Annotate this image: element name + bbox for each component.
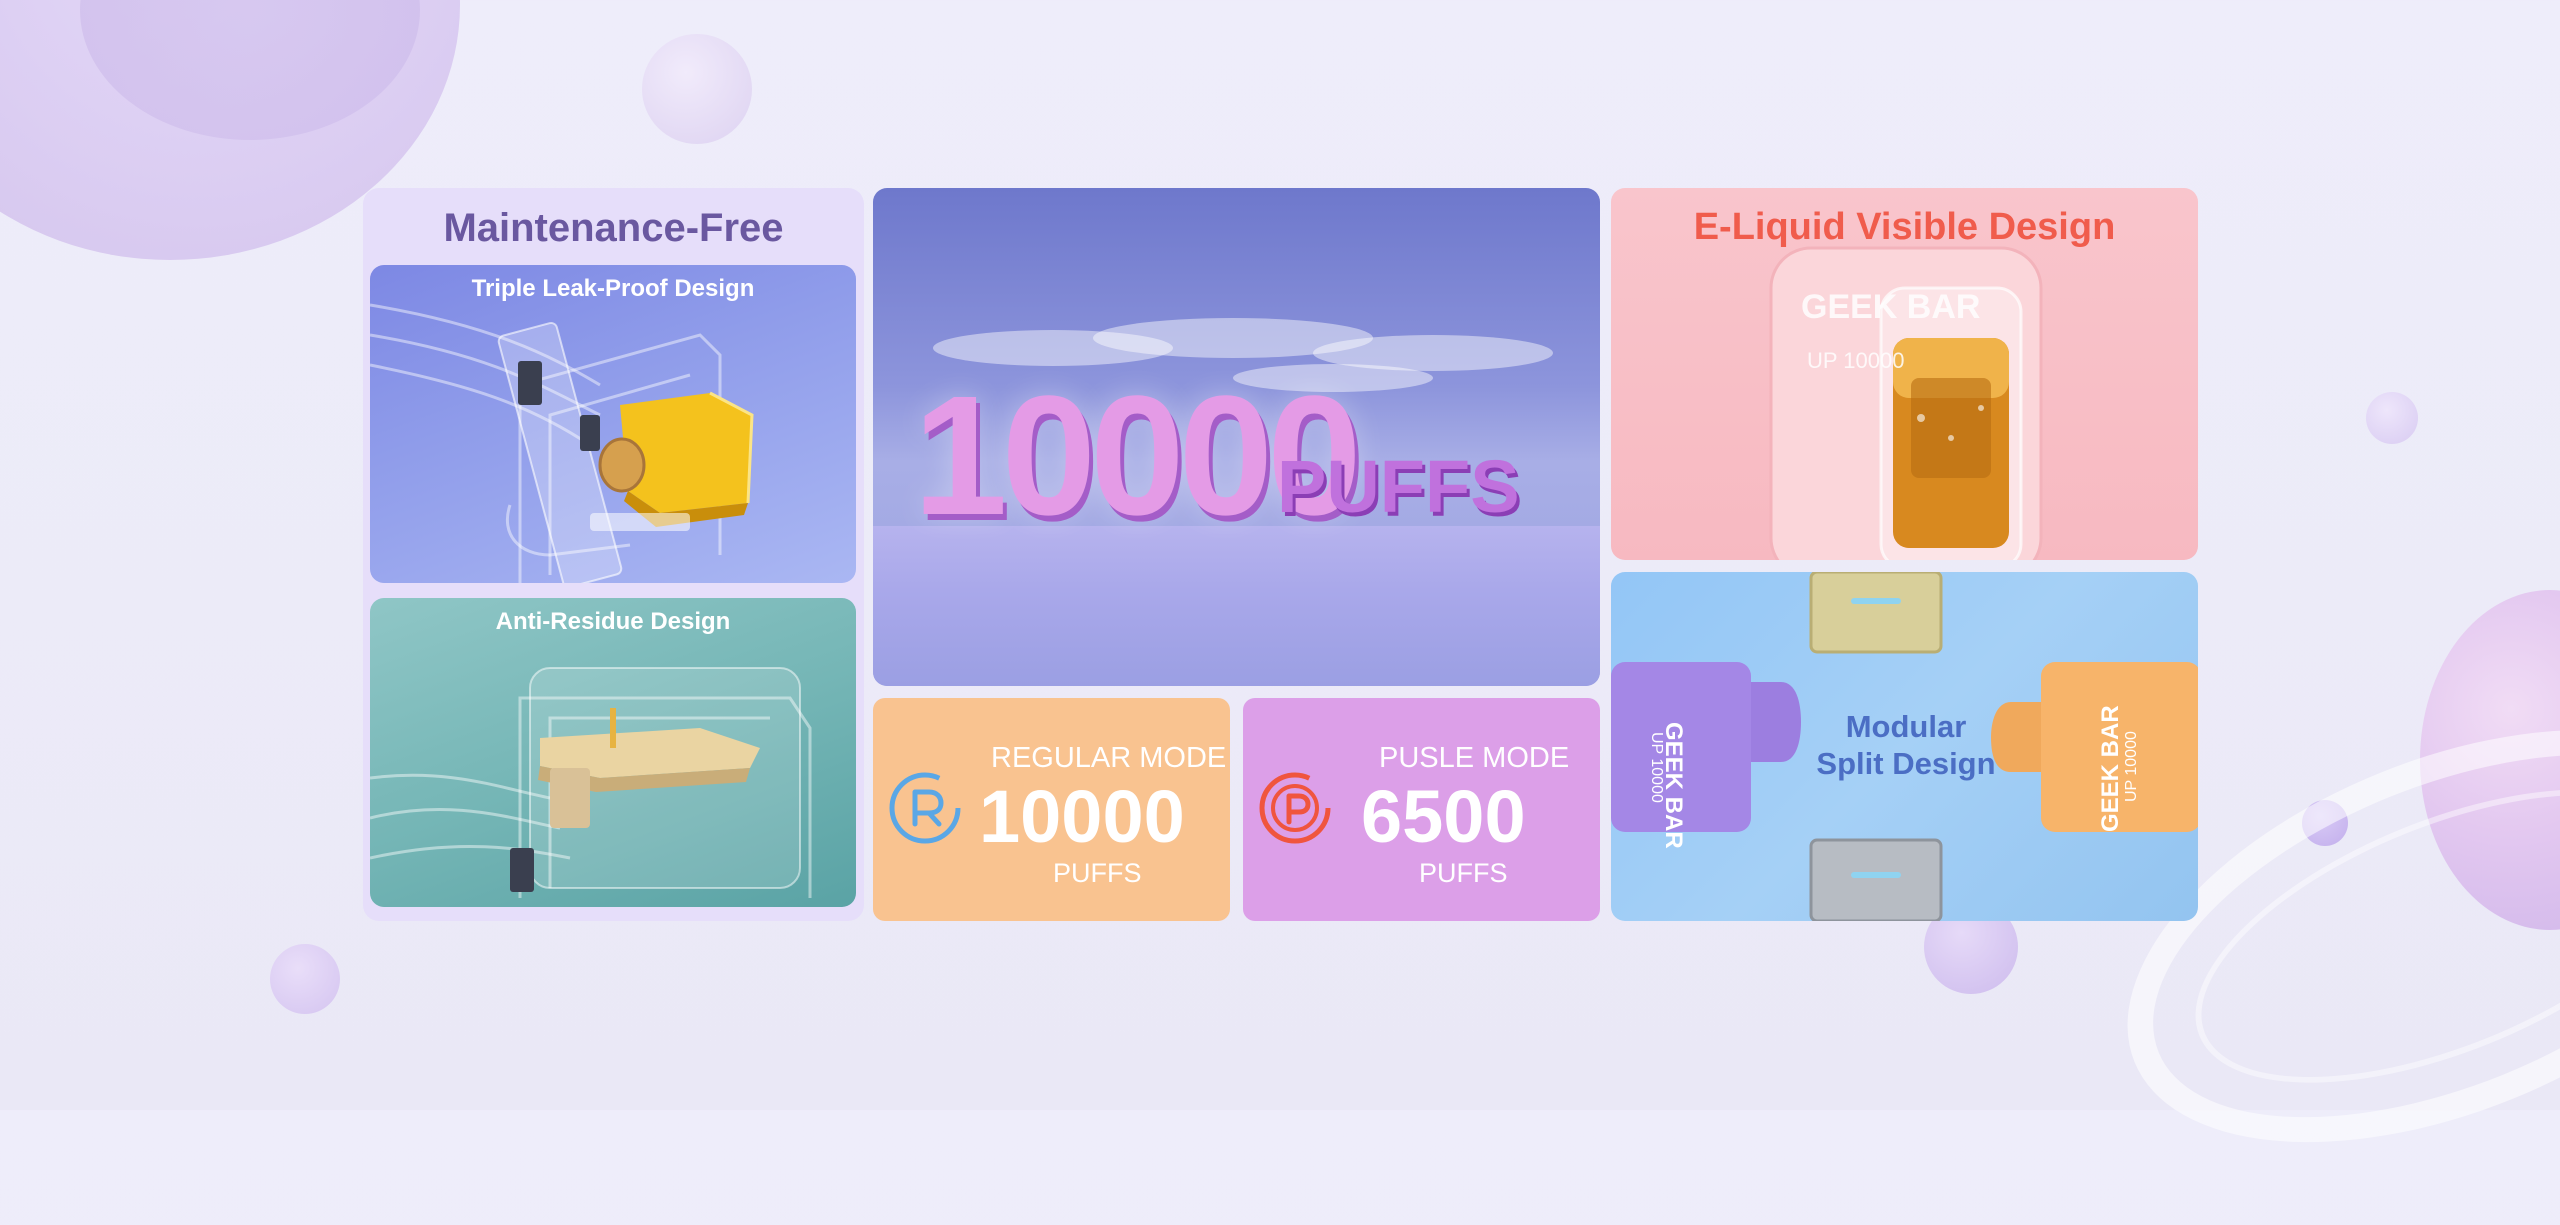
background-bubble [642,34,752,144]
hero-puffs-label: PUFFS [1277,445,1520,528]
background-bubble [2366,392,2418,444]
regular-mode-value: 10000 [979,775,1185,858]
regular-mode-label: REGULAR MODE [991,742,1227,774]
svg-text:GEEK BAR: GEEK BAR [1801,288,1980,326]
modular-left-device-model: UP 10000 [1647,732,1665,803]
anti-residue-illustration [370,667,812,898]
modular-right-device-model: UP 10000 [2123,731,2141,802]
right-device-model: UP 10000 [2123,731,2140,802]
eliquid-title: E-Liquid Visible Design [1693,206,2116,248]
regular-mode-unit: PUFFS [1053,858,1142,888]
right-device-brand: GEEK BAR [2097,705,2124,832]
eliquid-visible-card: GEEK BAR UP 10000 E-Liquid Visible Desig… [1611,188,2198,560]
regular-mode-icon [889,772,961,844]
pulse-mode-icon [1259,772,1331,844]
modular-title: Modular Split Design [1761,708,2051,782]
pulse-mode-value: 6500 [1361,775,1526,858]
anti-residue-card: Anti-Residue Design [370,598,856,907]
modular-title-line2: Split Design [1816,746,1996,781]
modular-right-device-label: GEEK BAR [2097,705,2125,832]
leak-proof-illustration [370,303,754,583]
regular-mode-card: REGULAR MODE 10000 PUFFS [873,698,1230,921]
maintenance-free-title: Maintenance-Free [443,206,784,250]
left-device-model: UP 10000 [1648,732,1665,803]
modular-title-line1: Modular [1845,709,1967,744]
pulse-mode-card: PUSLE MODE 6500 PUFFS [1243,698,1600,921]
svg-text:UP 10000: UP 10000 [1807,348,1904,373]
leak-proof-card: Triple Leak-Proof Design [370,265,856,583]
pulse-mode-unit: PUFFS [1419,858,1508,888]
hero-puffs-banner: 10000 PUFFS [873,188,1600,686]
modular-split-card: GEEK BAR UP 10000 GEEK BAR UP 10000 Modu… [1611,572,2198,921]
pulse-mode-label: PUSLE MODE [1379,742,1570,774]
background-bubble [270,944,340,1014]
leak-proof-caption: Triple Leak-Proof Design [471,275,755,302]
anti-residue-caption: Anti-Residue Design [495,608,731,635]
